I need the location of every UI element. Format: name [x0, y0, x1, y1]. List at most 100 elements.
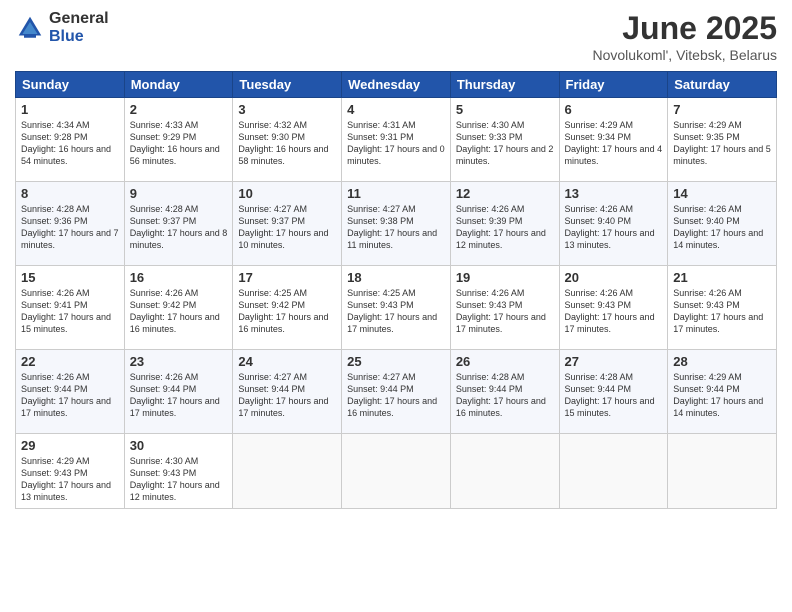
day-info: Sunrise: 4:28 AMSunset: 9:44 PMDaylight:…	[565, 371, 663, 420]
table-row: 29 Sunrise: 4:29 AMSunset: 9:43 PMDayligh…	[16, 434, 125, 509]
day-info: Sunrise: 4:26 AMSunset: 9:43 PMDaylight:…	[456, 287, 554, 336]
logo: General Blue	[15, 10, 109, 45]
table-row: 24 Sunrise: 4:27 AMSunset: 9:44 PMDayligh…	[233, 350, 342, 434]
day-number: 21	[673, 270, 771, 285]
day-info: Sunrise: 4:26 AMSunset: 9:42 PMDaylight:…	[130, 287, 228, 336]
col-tuesday: Tuesday	[233, 72, 342, 98]
day-info: Sunrise: 4:27 AMSunset: 9:44 PMDaylight:…	[347, 371, 445, 420]
page: General Blue June 2025 Novolukoml', Vite…	[0, 0, 792, 612]
calendar-title: June 2025	[593, 10, 778, 47]
day-info: Sunrise: 4:28 AMSunset: 9:44 PMDaylight:…	[456, 371, 554, 420]
table-row: 6Sunrise: 4:29 AMSunset: 9:34 PMDaylight…	[559, 98, 668, 182]
day-info: Sunrise: 4:26 AMSunset: 9:39 PMDaylight:…	[456, 203, 554, 252]
day-number: 3	[238, 102, 336, 117]
day-info: Sunrise: 4:26 AMSunset: 9:44 PMDaylight:…	[130, 371, 228, 420]
day-info: Sunrise: 4:30 AMSunset: 9:33 PMDaylight:…	[456, 119, 554, 168]
day-number: 23	[130, 354, 228, 369]
day-info: Sunrise: 4:34 AMSunset: 9:28 PMDaylight:…	[21, 119, 119, 168]
day-info: Sunrise: 4:31 AMSunset: 9:31 PMDaylight:…	[347, 119, 445, 168]
day-number: 13	[565, 186, 663, 201]
day-info: Sunrise: 4:26 AMSunset: 9:40 PMDaylight:…	[673, 203, 771, 252]
table-row: 26 Sunrise: 4:28 AMSunset: 9:44 PMDayligh…	[450, 350, 559, 434]
day-number: 12	[456, 186, 554, 201]
day-info: Sunrise: 4:30 AMSunset: 9:43 PMDaylight:…	[130, 455, 228, 504]
day-number: 24	[238, 354, 336, 369]
table-row: 2 Sunrise: 4:33 AMSunset: 9:29 PMDaylight…	[124, 98, 233, 182]
day-number: 15	[21, 270, 119, 285]
col-monday: Monday	[124, 72, 233, 98]
table-row: 11 Sunrise: 4:27 AMSunset: 9:38 PMDayligh…	[342, 182, 451, 266]
day-info: Sunrise: 4:26 AMSunset: 9:43 PMDaylight:…	[673, 287, 771, 336]
day-info: Sunrise: 4:26 AMSunset: 9:43 PMDaylight:…	[565, 287, 663, 336]
day-number: 20	[565, 270, 663, 285]
day-number: 14	[673, 186, 771, 201]
day-info: Sunrise: 4:25 AMSunset: 9:42 PMDaylight:…	[238, 287, 336, 336]
day-number: 29	[21, 438, 119, 453]
day-info: Sunrise: 4:26 AMSunset: 9:40 PMDaylight:…	[565, 203, 663, 252]
logo-blue: Blue	[49, 28, 109, 46]
day-number: 22	[21, 354, 119, 369]
day-number: 5	[456, 102, 554, 117]
table-row: 22Sunrise: 4:26 AMSunset: 9:44 PMDayligh…	[16, 350, 125, 434]
table-row: 10 Sunrise: 4:27 AMSunset: 9:37 PMDayligh…	[233, 182, 342, 266]
table-row: 27Sunrise: 4:28 AMSunset: 9:44 PMDayligh…	[559, 350, 668, 434]
day-number: 4	[347, 102, 445, 117]
day-number: 2	[130, 102, 228, 117]
day-info: Sunrise: 4:29 AMSunset: 9:34 PMDaylight:…	[565, 119, 663, 168]
table-row: 14 Sunrise: 4:26 AMSunset: 9:40 PMDayligh…	[668, 182, 777, 266]
day-info: Sunrise: 4:26 AMSunset: 9:41 PMDaylight:…	[21, 287, 119, 336]
logo-text: General Blue	[49, 10, 109, 45]
table-row: 13 Sunrise: 4:26 AMSunset: 9:40 PMDayligh…	[559, 182, 668, 266]
day-number: 26	[456, 354, 554, 369]
title-block: June 2025 Novolukoml', Vitebsk, Belarus	[593, 10, 778, 63]
table-row	[450, 434, 559, 509]
table-row	[233, 434, 342, 509]
table-row	[559, 434, 668, 509]
table-row: 30 Sunrise: 4:30 AMSunset: 9:43 PMDayligh…	[124, 434, 233, 509]
table-row: 19 Sunrise: 4:26 AMSunset: 9:43 PMDayligh…	[450, 266, 559, 350]
day-info: Sunrise: 4:28 AMSunset: 9:37 PMDaylight:…	[130, 203, 228, 252]
day-info: Sunrise: 4:27 AMSunset: 9:44 PMDaylight:…	[238, 371, 336, 420]
col-wednesday: Wednesday	[342, 72, 451, 98]
day-number: 19	[456, 270, 554, 285]
table-row: 25Sunrise: 4:27 AMSunset: 9:44 PMDayligh…	[342, 350, 451, 434]
day-info: Sunrise: 4:25 AMSunset: 9:43 PMDaylight:…	[347, 287, 445, 336]
day-number: 7	[673, 102, 771, 117]
table-row: 15 Sunrise: 4:26 AMSunset: 9:41 PMDayligh…	[16, 266, 125, 350]
logo-general: General	[49, 10, 109, 28]
day-info: Sunrise: 4:33 AMSunset: 9:29 PMDaylight:…	[130, 119, 228, 168]
day-number: 10	[238, 186, 336, 201]
table-row: 18Sunrise: 4:25 AMSunset: 9:43 PMDayligh…	[342, 266, 451, 350]
calendar-table: Sunday Monday Tuesday Wednesday Thursday…	[15, 71, 777, 509]
day-info: Sunrise: 4:29 AMSunset: 9:43 PMDaylight:…	[21, 455, 119, 504]
day-number: 16	[130, 270, 228, 285]
day-number: 8	[21, 186, 119, 201]
table-row: 5 Sunrise: 4:30 AMSunset: 9:33 PMDaylight…	[450, 98, 559, 182]
day-number: 1	[21, 102, 119, 117]
table-row: 23 Sunrise: 4:26 AMSunset: 9:44 PMDayligh…	[124, 350, 233, 434]
table-row: 9 Sunrise: 4:28 AMSunset: 9:37 PMDaylight…	[124, 182, 233, 266]
day-number: 30	[130, 438, 228, 453]
table-row: 12 Sunrise: 4:26 AMSunset: 9:39 PMDayligh…	[450, 182, 559, 266]
calendar-header-row: Sunday Monday Tuesday Wednesday Thursday…	[16, 72, 777, 98]
day-number: 17	[238, 270, 336, 285]
day-number: 9	[130, 186, 228, 201]
day-info: Sunrise: 4:27 AMSunset: 9:37 PMDaylight:…	[238, 203, 336, 252]
table-row: 1 Sunrise: 4:34 AMSunset: 9:28 PMDaylight…	[16, 98, 125, 182]
calendar-subtitle: Novolukoml', Vitebsk, Belarus	[593, 47, 778, 63]
day-info: Sunrise: 4:29 AMSunset: 9:44 PMDaylight:…	[673, 371, 771, 420]
table-row: 17 Sunrise: 4:25 AMSunset: 9:42 PMDayligh…	[233, 266, 342, 350]
header: General Blue June 2025 Novolukoml', Vite…	[15, 10, 777, 63]
col-thursday: Thursday	[450, 72, 559, 98]
col-friday: Friday	[559, 72, 668, 98]
day-info: Sunrise: 4:27 AMSunset: 9:38 PMDaylight:…	[347, 203, 445, 252]
day-number: 11	[347, 186, 445, 201]
table-row: 3Sunrise: 4:32 AMSunset: 9:30 PMDaylight…	[233, 98, 342, 182]
table-row: 7Sunrise: 4:29 AMSunset: 9:35 PMDaylight…	[668, 98, 777, 182]
table-row: 4 Sunrise: 4:31 AMSunset: 9:31 PMDaylight…	[342, 98, 451, 182]
table-row	[668, 434, 777, 509]
col-sunday: Sunday	[16, 72, 125, 98]
table-row: 16 Sunrise: 4:26 AMSunset: 9:42 PMDayligh…	[124, 266, 233, 350]
table-row	[342, 434, 451, 509]
table-row: 28Sunrise: 4:29 AMSunset: 9:44 PMDayligh…	[668, 350, 777, 434]
